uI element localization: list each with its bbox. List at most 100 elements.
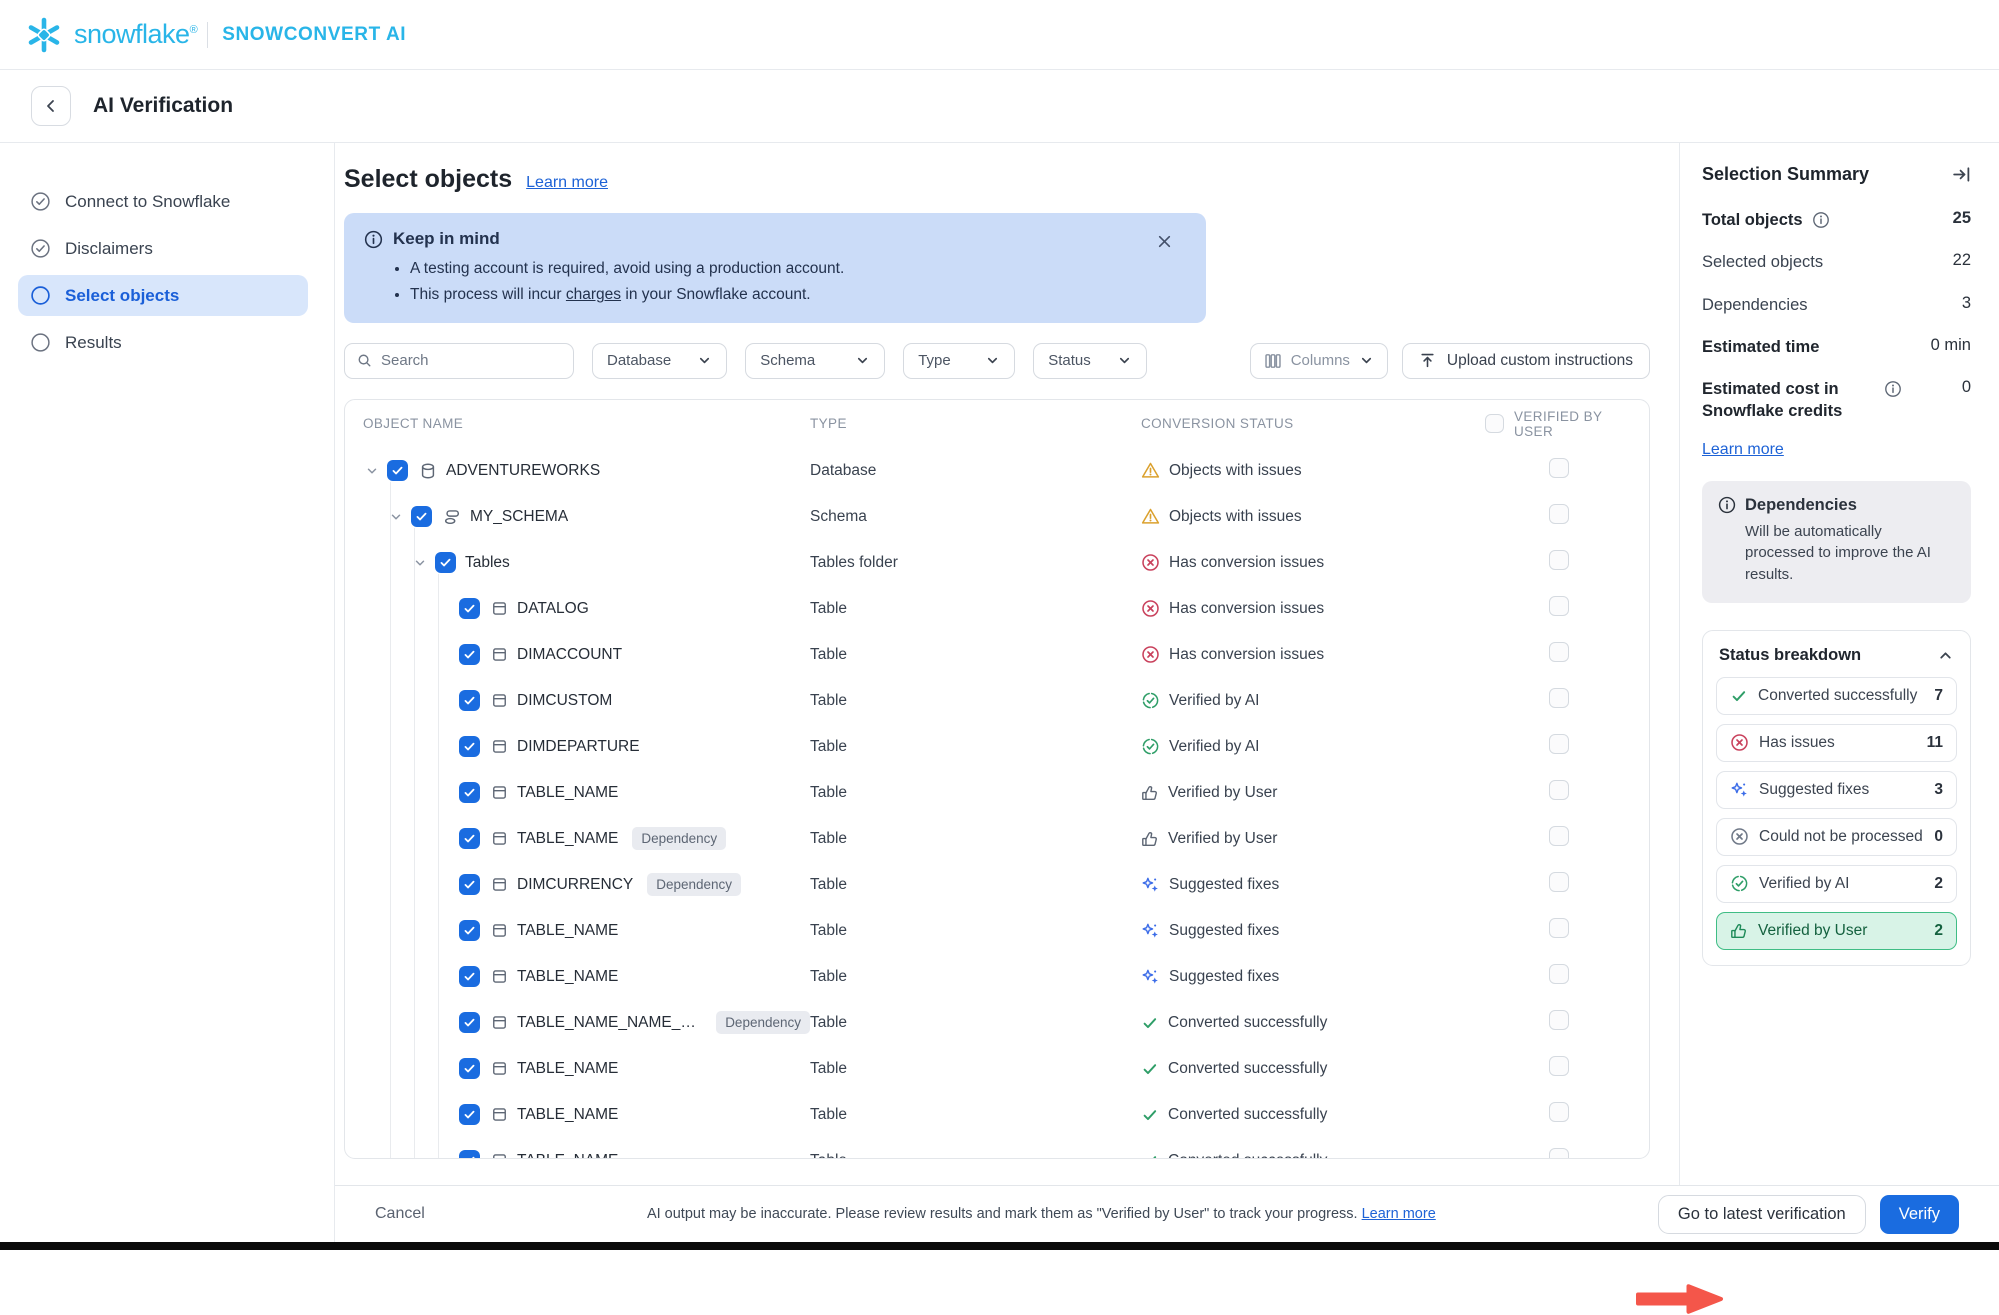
row-checkbox[interactable]: [459, 920, 480, 941]
filter-dropdown-schema[interactable]: Schema: [745, 343, 885, 379]
sidebar-step-results[interactable]: Results: [18, 322, 308, 363]
verify-button[interactable]: Verify: [1880, 1195, 1959, 1234]
object-type: Table: [810, 646, 1141, 664]
row-checkbox[interactable]: [459, 644, 480, 665]
row-checkbox[interactable]: [459, 966, 480, 987]
verified-by-user-checkbox[interactable]: [1549, 596, 1569, 616]
row-checkbox[interactable]: [411, 506, 432, 527]
table-row: DIMDEPARTURETableVerified by AI: [345, 724, 1649, 770]
sidebar-step-disclaimers[interactable]: Disclaimers: [18, 228, 308, 269]
verified-by-user-checkbox[interactable]: [1549, 458, 1569, 478]
columns-button[interactable]: Columns: [1250, 343, 1388, 379]
row-checkbox[interactable]: [459, 1058, 480, 1079]
back-button[interactable]: [31, 86, 71, 126]
banner-bullet-2: This process will incur charges in your …: [410, 282, 1186, 308]
filter-dropdown-status[interactable]: Status: [1033, 343, 1147, 379]
table-row: ADVENTUREWORKSDatabaseObjects with issue…: [345, 448, 1649, 494]
row-checkbox[interactable]: [459, 736, 480, 757]
logo-wordmark: snowflake: [74, 19, 190, 49]
bottom-edge-bar: [0, 1242, 1999, 1250]
step-label: Results: [65, 333, 122, 353]
footer-disclaimer: AI output may be inaccurate. Please revi…: [425, 1206, 1658, 1222]
banner-close-button[interactable]: [1154, 231, 1174, 251]
dependency-badge: Dependency: [632, 827, 726, 850]
upload-custom-instructions-button[interactable]: Upload custom instructions: [1402, 343, 1650, 379]
verified-by-user-checkbox[interactable]: [1549, 550, 1569, 570]
object-name: DIMDEPARTURE: [517, 738, 640, 756]
summary-learn-more-link[interactable]: Learn more: [1702, 441, 1784, 459]
status-text: Suggested fixes: [1169, 968, 1279, 986]
filter-dropdown-database[interactable]: Database: [592, 343, 727, 379]
error-icon: [1730, 733, 1749, 752]
verified-header-checkbox[interactable]: [1485, 414, 1504, 433]
status-filter-verified-by-ai[interactable]: Verified by AI2: [1716, 865, 1957, 903]
row-checkbox[interactable]: [459, 828, 480, 849]
charges-link[interactable]: charges: [566, 286, 621, 303]
status-filter-verified-by-user[interactable]: Verified by User2: [1716, 912, 1957, 950]
object-type: Tables folder: [810, 554, 1141, 572]
row-checkbox[interactable]: [459, 782, 480, 803]
section-title: Select objects: [344, 165, 512, 194]
row-checkbox[interactable]: [459, 1104, 480, 1125]
row-checkbox[interactable]: [459, 1150, 480, 1159]
table-header-row: OBJECT NAME TYPE CONVERSION STATUS VERIF…: [345, 400, 1649, 448]
status-filter-could-not-be-processed[interactable]: Could not be processed0: [1716, 818, 1957, 856]
status-breakdown-header[interactable]: Status breakdown: [1716, 644, 1957, 677]
verified-by-user-checkbox[interactable]: [1549, 504, 1569, 524]
collapse-panel-icon[interactable]: [1952, 165, 1971, 184]
verified-by-user-checkbox[interactable]: [1549, 1148, 1569, 1159]
status-text: Objects with issues: [1169, 462, 1302, 480]
verified-by-user-checkbox[interactable]: [1549, 1102, 1569, 1122]
stat-value: 22: [1953, 251, 1971, 270]
table-icon: [491, 830, 508, 847]
verified-by-user-checkbox[interactable]: [1549, 918, 1569, 938]
verified-by-user-checkbox[interactable]: [1549, 642, 1569, 662]
select-objects-learn-more-link[interactable]: Learn more: [526, 174, 608, 192]
verified-by-user-checkbox[interactable]: [1549, 872, 1569, 892]
row-checkbox[interactable]: [387, 460, 408, 481]
status-filter-has-issues[interactable]: Has issues11: [1716, 724, 1957, 762]
stat-label: Estimated cost in Snowflake credits: [1702, 378, 1875, 423]
object-name: ADVENTUREWORKS: [446, 462, 600, 480]
table-row: DIMACCOUNTTableHas conversion issues: [345, 632, 1649, 678]
chevron-down-icon: [855, 353, 870, 368]
sidebar-step-connect-to-snowflake[interactable]: Connect to Snowflake: [18, 181, 308, 222]
verified-by-user-checkbox[interactable]: [1549, 964, 1569, 984]
status-breakdown-card: Status breakdown Converted successfully7…: [1702, 630, 1971, 966]
info-icon[interactable]: [1812, 211, 1830, 229]
status-filter-count: 2: [1934, 875, 1943, 893]
search-box[interactable]: [344, 343, 574, 379]
cancel-button[interactable]: Cancel: [375, 1205, 425, 1223]
row-checkbox[interactable]: [435, 552, 456, 573]
row-checkbox[interactable]: [459, 690, 480, 711]
status-filter-converted-successfully[interactable]: Converted successfully7: [1716, 677, 1957, 715]
status-breakdown-title: Status breakdown: [1719, 646, 1861, 665]
status-filter-suggested-fixes[interactable]: Suggested fixes3: [1716, 771, 1957, 809]
sidebar-step-select-objects[interactable]: Select objects: [18, 275, 308, 316]
table-icon: [491, 600, 508, 617]
info-icon: [1718, 496, 1736, 514]
top-brand-bar: snowflake® SNOWCONVERT AI: [0, 0, 1999, 70]
status-warning-icon: [1141, 507, 1160, 526]
snowflake-logo-icon: [24, 15, 64, 55]
table-row: DATALOGTableHas conversion issues: [345, 586, 1649, 632]
table-row: DIMCUSTOMTableVerified by AI: [345, 678, 1649, 724]
status-filter-label: Has issues: [1759, 734, 1835, 752]
verified-by-user-checkbox[interactable]: [1549, 734, 1569, 754]
row-checkbox[interactable]: [459, 874, 480, 895]
filter-dropdown-type[interactable]: Type: [903, 343, 1015, 379]
row-checkbox[interactable]: [459, 598, 480, 619]
tree-expander-icon[interactable]: [363, 462, 381, 480]
row-checkbox[interactable]: [459, 1012, 480, 1033]
verified-by-user-checkbox[interactable]: [1549, 780, 1569, 800]
verified-by-user-checkbox[interactable]: [1549, 1010, 1569, 1030]
search-input[interactable]: [381, 352, 561, 369]
search-icon: [357, 352, 372, 369]
verified-by-user-checkbox[interactable]: [1549, 688, 1569, 708]
verified-by-user-checkbox[interactable]: [1549, 1056, 1569, 1076]
go-to-latest-verification-button[interactable]: Go to latest verification: [1658, 1195, 1866, 1234]
info-icon[interactable]: [1884, 380, 1902, 398]
status-filter-label: Verified by User: [1758, 922, 1867, 940]
footer-learn-more-link[interactable]: Learn more: [1362, 1206, 1436, 1222]
verified-by-user-checkbox[interactable]: [1549, 826, 1569, 846]
